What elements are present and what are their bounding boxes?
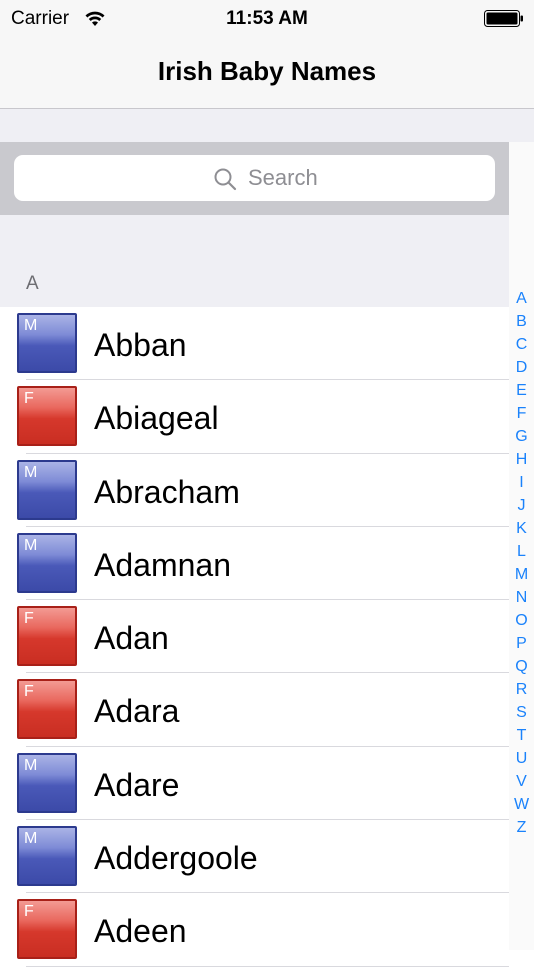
- index-letter-i[interactable]: I: [509, 471, 534, 494]
- index-letter-u[interactable]: U: [509, 747, 534, 770]
- index-letter-j[interactable]: J: [509, 494, 534, 517]
- gender-letter: F: [24, 390, 34, 408]
- name-label: Abracham: [94, 473, 240, 510]
- index-letter-q[interactable]: Q: [509, 655, 534, 678]
- gender-letter: F: [24, 683, 34, 701]
- index-letter-n[interactable]: N: [509, 586, 534, 609]
- female-badge-icon: F: [17, 386, 77, 447]
- name-label: Abiageal: [94, 400, 219, 437]
- search-input[interactable]: Search: [14, 155, 495, 201]
- list-item[interactable]: F Adan: [0, 600, 509, 674]
- index-letter-p[interactable]: P: [509, 632, 534, 655]
- name-label: Adare: [94, 766, 180, 803]
- navigation-bar: Irish Baby Names: [0, 40, 534, 109]
- index-letter-c[interactable]: C: [509, 333, 534, 356]
- alphabet-index[interactable]: ABCDEFGHIJKLMNOPQRSTUVWZ: [509, 287, 534, 839]
- list-item[interactable]: M Abban: [0, 307, 509, 381]
- female-badge-icon: F: [17, 606, 77, 667]
- page-title: Irish Baby Names: [157, 56, 377, 86]
- index-letter-g[interactable]: G: [509, 425, 534, 448]
- gender-letter: F: [24, 903, 34, 921]
- list-item[interactable]: M Abracham: [0, 453, 509, 527]
- list-item[interactable]: F Adara: [0, 673, 509, 747]
- male-badge-icon: M: [17, 826, 77, 887]
- index-letter-v[interactable]: V: [509, 770, 534, 793]
- name-label: Adan: [94, 620, 169, 657]
- female-badge-icon: F: [17, 899, 77, 960]
- index-letter-a[interactable]: A: [509, 287, 534, 310]
- index-letter-t[interactable]: T: [509, 724, 534, 747]
- gender-letter: F: [24, 610, 34, 628]
- name-label: Adamnan: [94, 546, 231, 583]
- search-icon: [214, 168, 237, 191]
- gender-letter: M: [24, 830, 38, 848]
- gender-letter: M: [24, 463, 38, 481]
- list-item[interactable]: M Adamnan: [0, 526, 509, 601]
- list-item[interactable]: F Abiageal: [0, 380, 509, 454]
- index-letter-l[interactable]: L: [509, 540, 534, 563]
- section-header: A: [0, 215, 509, 308]
- index-letter-o[interactable]: O: [509, 609, 534, 632]
- index-letter-r[interactable]: R: [509, 678, 534, 701]
- status-bar: Carrier 11:53 AM: [0, 0, 534, 40]
- gender-letter: M: [24, 536, 38, 554]
- female-badge-icon: F: [17, 679, 77, 740]
- index-letter-z[interactable]: Z: [509, 816, 534, 839]
- list-item[interactable]: M Addergoole: [0, 820, 509, 894]
- index-letter-d[interactable]: D: [509, 356, 534, 379]
- index-letter-f[interactable]: F: [509, 402, 534, 425]
- index-letter-w[interactable]: W: [509, 793, 534, 816]
- name-label: Abban: [94, 327, 187, 363]
- name-label: Addergoole: [94, 840, 258, 877]
- search-placeholder: Search: [248, 165, 318, 190]
- male-badge-icon: M: [17, 313, 77, 373]
- search-bar: Search: [0, 142, 509, 215]
- index-letter-m[interactable]: M: [509, 563, 534, 586]
- male-badge-icon: M: [17, 459, 77, 520]
- male-badge-icon: M: [17, 532, 77, 593]
- index-letter-b[interactable]: B: [509, 310, 534, 333]
- list-item[interactable]: M Adare: [0, 746, 509, 821]
- spacer: [0, 109, 534, 142]
- index-letter-k[interactable]: K: [509, 517, 534, 540]
- names-list: M Abban F Abiageal M Abracham M Adamnan F Adan F Ad…: [0, 307, 509, 967]
- list-item[interactable]: F Adeen: [0, 893, 509, 967]
- index-letter-s[interactable]: S: [509, 701, 534, 724]
- name-label: Adeen: [94, 913, 187, 950]
- clock: 11:53 AM: [226, 8, 308, 29]
- section-header-letter: A: [26, 273, 39, 294]
- battery-icon: [484, 10, 523, 27]
- gender-letter: M: [24, 317, 38, 334]
- name-label: Adara: [94, 693, 180, 730]
- index-letter-e[interactable]: E: [509, 379, 534, 402]
- male-badge-icon: M: [17, 752, 77, 813]
- gender-letter: M: [24, 756, 38, 774]
- index-letter-h[interactable]: H: [509, 448, 534, 471]
